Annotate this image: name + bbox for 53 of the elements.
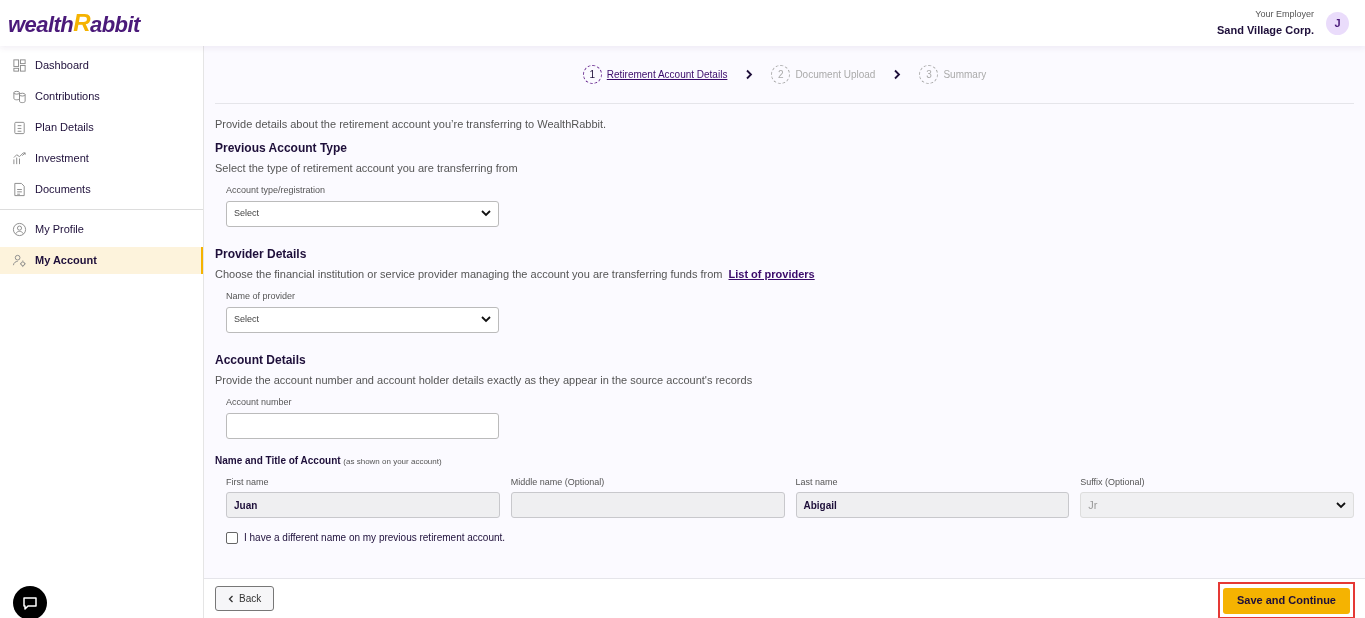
field-label: Last name — [795, 475, 839, 489]
field-label: Suffix (Optional) — [1080, 475, 1146, 489]
section-title: Previous Account Type — [215, 139, 349, 157]
section-description: Select the type of retirement account you are transferring from — [215, 160, 518, 176]
logo[interactable]: wealthRabbit — [8, 5, 140, 41]
chevron-right-icon — [893, 69, 902, 80]
profile-icon — [12, 222, 27, 237]
field-label: Middle name (Optional) — [510, 475, 606, 489]
input-field[interactable]: Juan — [226, 492, 500, 518]
account-icon — [12, 253, 27, 268]
chevron-down-icon — [481, 316, 491, 323]
section-title: Provider Details — [215, 245, 308, 263]
input-field[interactable] — [226, 412, 499, 439]
employer-name: Sand Village Corp. — [1217, 22, 1314, 38]
clipboard-icon — [12, 120, 27, 135]
field-label: First name — [226, 475, 270, 489]
dashboard-icon — [12, 58, 27, 73]
checkbox-label: I have a different name on my previous retirement account. — [244, 531, 506, 545]
checkbox[interactable] — [226, 531, 238, 544]
save-button[interactable]: Save and Continue — [1222, 587, 1350, 614]
chevron-down-icon — [481, 210, 491, 217]
input-field[interactable] — [510, 492, 785, 518]
sidebar-item[interactable]: Dashboard — [0, 52, 203, 79]
section-description: Provide the account number and account holder details exactly as they appear in the source account's records — [215, 372, 753, 388]
sidebar-item[interactable]: Investment — [0, 145, 203, 172]
section-title: Name and Title of Account (as shown on your account) — [215, 453, 443, 468]
chat-icon — [22, 595, 38, 611]
sidebar-item[interactable]: My Profile — [0, 216, 203, 243]
section-title: Account Details — [215, 351, 307, 369]
sidebar-item[interactable]: Contributions — [0, 83, 203, 110]
avatar[interactable]: J — [1326, 11, 1349, 35]
back-button[interactable]: Back — [215, 586, 275, 611]
document-icon — [12, 182, 27, 197]
select-field[interactable]: Select — [226, 200, 499, 227]
field-label: Account type/registration — [226, 184, 327, 197]
chevron-right-icon — [745, 69, 754, 80]
section-description: Choose the financial institution or service provider managing the account you are transferring funds from — [215, 266, 723, 282]
field-label: Name of provider — [226, 290, 297, 303]
chevron-left-icon — [228, 594, 234, 603]
sidebar-item[interactable]: Plan Details — [0, 114, 203, 141]
providers-link[interactable]: List of providers — [728, 265, 815, 282]
chat-button[interactable] — [13, 586, 47, 618]
coins-icon — [12, 89, 27, 104]
field-label: Account number — [226, 396, 293, 409]
sidebar-item[interactable]: My Account — [0, 247, 203, 274]
intro-text: Provide details about the retirement account you’re transferring to WealthRabbit. — [215, 117, 608, 132]
step-tab[interactable]: Retirement Account Details — [606, 67, 728, 82]
sidebar-item[interactable]: Documents — [0, 176, 203, 203]
chart-icon — [12, 151, 27, 166]
employer-label: Your Employer — [1255, 8, 1314, 21]
input-field[interactable]: Abigail — [795, 492, 1070, 518]
select-field[interactable]: Select — [226, 306, 499, 333]
chevron-down-icon — [1336, 501, 1346, 509]
